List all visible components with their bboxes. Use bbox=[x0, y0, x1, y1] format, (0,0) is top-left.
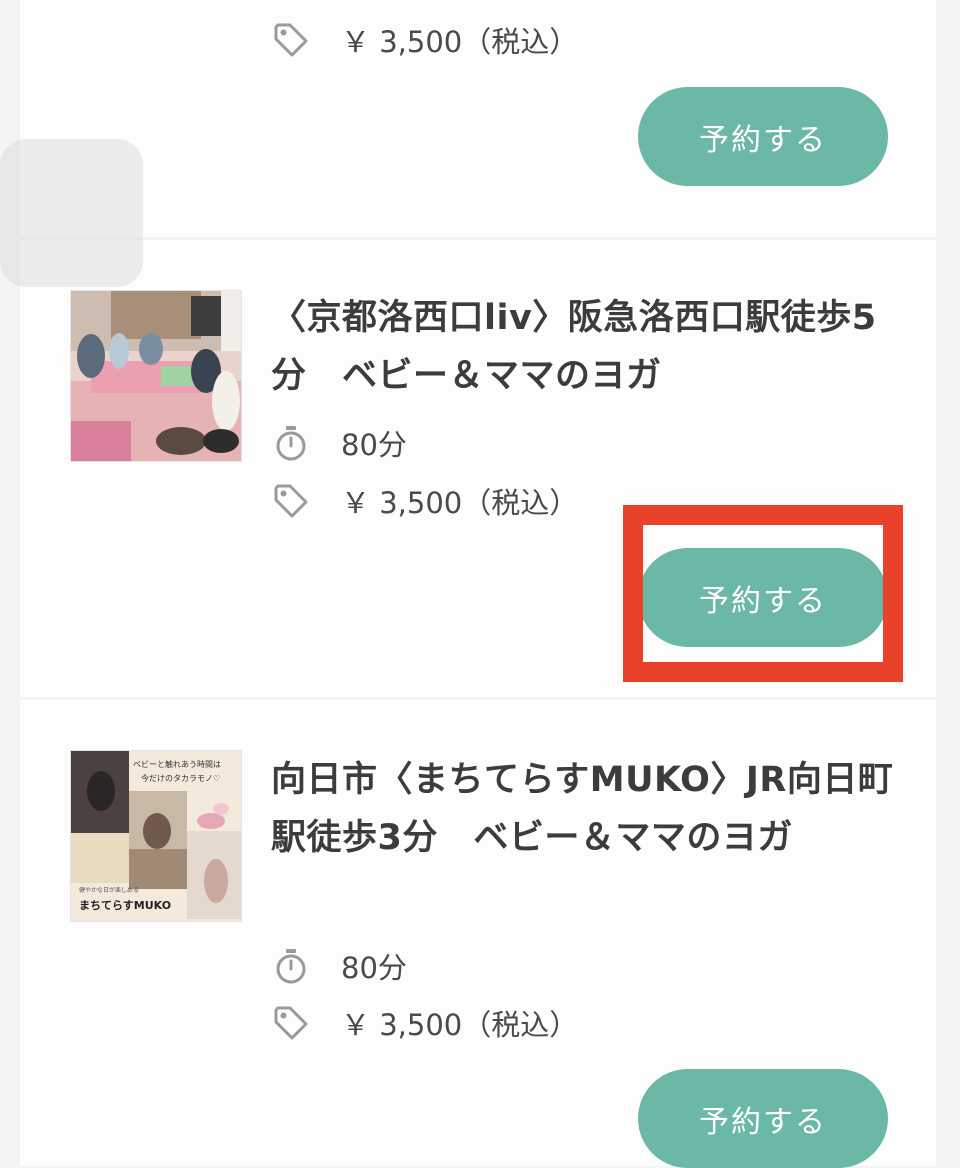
class-card: 〈京都洛西口liv〉阪急洛西口駅徒歩5分 ベビー＆ママのヨガ 80分 ￥ 3,5… bbox=[20, 240, 936, 697]
class-title[interactable]: 〈京都洛西口liv〉阪急洛西口駅徒歩5分 ベビー＆ママのヨガ bbox=[271, 289, 901, 405]
price-row: ￥ 3,500（税込） bbox=[271, 481, 578, 521]
duration-text: 80分 bbox=[341, 951, 407, 985]
book-button[interactable]: 予約する bbox=[638, 87, 888, 186]
price-tag-icon bbox=[274, 484, 308, 518]
flyer-tagline-1: ベビーと触れあう時間は bbox=[133, 760, 221, 769]
price-row: ￥ 3,500（税込） bbox=[271, 1003, 578, 1043]
book-button[interactable]: 予約する bbox=[638, 548, 888, 647]
floating-back-handle[interactable] bbox=[0, 139, 143, 287]
book-button[interactable]: 予約する bbox=[638, 1069, 888, 1168]
class-card: ベビーと触れあう時間は 今だけのタカラモノ♡ 健やかな日が楽しめる まちてらすM… bbox=[20, 700, 936, 1168]
price-text: ￥ 3,500（税込） bbox=[341, 1008, 579, 1042]
flyer-tagline-2: 今だけのタカラモノ♡ bbox=[141, 774, 221, 783]
price-text: ￥ 3,500（税込） bbox=[341, 486, 579, 520]
class-card: ￥ 3,500（税込） 予約する bbox=[20, 0, 936, 237]
stopwatch-icon bbox=[276, 949, 306, 984]
flyer-small-text: 健やかな日が楽しめる bbox=[79, 887, 140, 894]
photo-flyer-icon[interactable]: ベビーと触れあう時間は 今だけのタカラモノ♡ 健やかな日が楽しめる まちてらすM… bbox=[70, 750, 242, 922]
price-text: ￥ 3,500（税込） bbox=[341, 25, 579, 59]
duration-row: 80分 bbox=[271, 946, 407, 986]
price-row: ￥ 3,500（税込） bbox=[271, 20, 578, 60]
duration-row: 80分 bbox=[271, 423, 407, 463]
flyer-venue-text: まちてらすMUKO bbox=[79, 899, 172, 912]
price-tag-icon bbox=[274, 1006, 308, 1040]
duration-text: 80分 bbox=[341, 428, 407, 462]
price-tag-icon bbox=[274, 23, 308, 57]
class-title[interactable]: 向日市〈まちてらすMUKO〉JR向日町駅徒歩3分 ベビー＆ママのヨガ bbox=[271, 751, 901, 867]
stopwatch-icon bbox=[276, 426, 306, 461]
photo-yoga-class-icon[interactable] bbox=[70, 290, 242, 462]
